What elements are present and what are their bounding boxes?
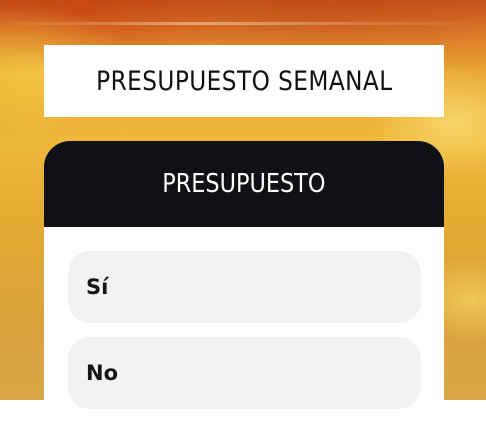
- poll-option-yes[interactable]: Sí: [68, 251, 421, 323]
- title-text: PRESUPUESTO SEMANAL: [95, 65, 393, 97]
- poll-question: PRESUPUESTO: [162, 169, 326, 199]
- poll-option-label: No: [86, 361, 119, 385]
- title-banner: PRESUPUESTO SEMANAL: [44, 45, 444, 117]
- poll-sticker: PRESUPUESTO Sí No: [44, 141, 444, 441]
- poll-option-label: Sí: [86, 275, 109, 299]
- poll-option-no[interactable]: No: [68, 337, 421, 409]
- poll-header: PRESUPUESTO: [44, 141, 444, 227]
- light-streak: [0, 22, 486, 25]
